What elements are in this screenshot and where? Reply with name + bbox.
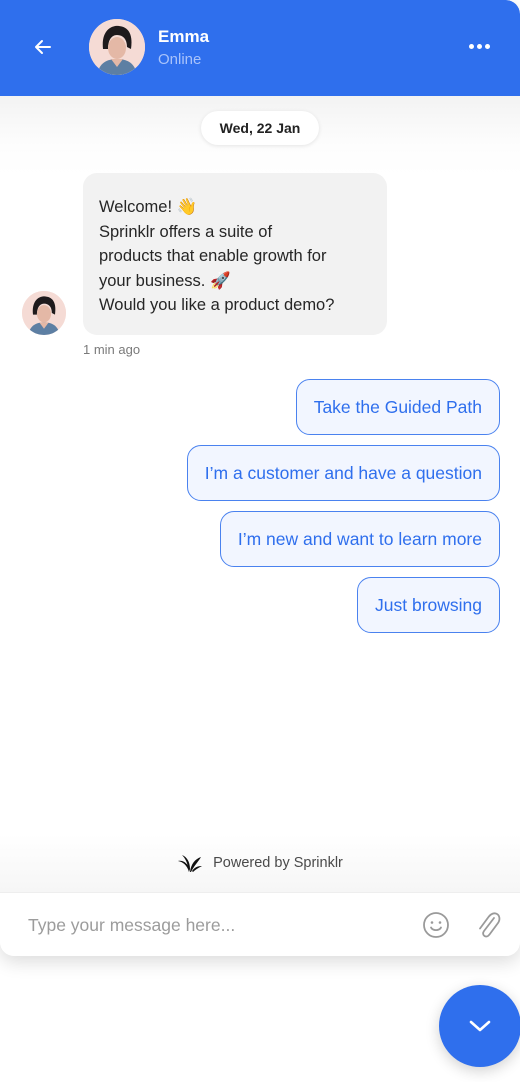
more-horizontal-icon	[476, 43, 482, 49]
quick-reply-customer-question[interactable]: I’m a customer and have a question	[186, 445, 500, 501]
message-line: Sprinklr offers a suite of	[99, 222, 273, 241]
quick-replies: Take the Guided Path I’m a customer and …	[186, 379, 500, 633]
powered-by-text: Powered by Sprinklr	[213, 855, 343, 871]
emoji-button[interactable]	[422, 911, 450, 939]
agent-status: Online	[158, 51, 202, 68]
quick-reply-guided-path[interactable]: Take the Guided Path	[295, 379, 500, 435]
more-horizontal-icon	[484, 43, 490, 49]
agent-message-bubble: Welcome! 👋 Sprinklr offers a suite of pr…	[83, 173, 387, 335]
chevron-down-icon	[469, 1020, 491, 1032]
chat-header: Emma Online	[0, 0, 520, 96]
message-line: Would you like a product demo?	[99, 296, 335, 314]
message-composer	[0, 892, 520, 956]
message-input[interactable]	[28, 907, 398, 943]
agent-avatar	[89, 19, 145, 75]
message-timestamp: 1 min ago	[83, 342, 141, 357]
quick-reply-just-browsing[interactable]: Just browsing	[357, 577, 500, 633]
arrow-left-icon	[35, 40, 51, 54]
message-line: Welcome! 👋	[99, 198, 198, 216]
quick-reply-new-learn-more[interactable]: I’m new and want to learn more	[219, 511, 500, 567]
attach-button[interactable]	[474, 909, 502, 941]
message-list[interactable]: Wed, 22 Jan Welcome! 👋 Sprinklr offers a…	[0, 96, 520, 892]
back-button[interactable]	[28, 32, 58, 62]
paperclip-icon	[479, 912, 501, 938]
smiley-icon	[423, 912, 449, 938]
agent-name: Emma	[158, 27, 210, 46]
message-line: products that enable growth for	[99, 247, 327, 265]
powered-by: Powered by Sprinklr	[0, 834, 520, 892]
sprinklr-logo-icon	[178, 855, 203, 872]
avatar-portrait-icon	[22, 291, 66, 335]
more-horizontal-icon	[468, 43, 474, 49]
message-avatar	[22, 291, 66, 335]
more-options-button[interactable]	[462, 36, 496, 56]
chat-window: Emma Online Wed, 22 Jan Welcome! 👋 Sprin…	[0, 0, 520, 956]
message-line: your business. 🚀	[99, 271, 231, 290]
date-separator: Wed, 22 Jan	[201, 111, 319, 145]
minimize-chat-button[interactable]	[439, 985, 520, 1067]
avatar-portrait-icon	[89, 19, 145, 75]
